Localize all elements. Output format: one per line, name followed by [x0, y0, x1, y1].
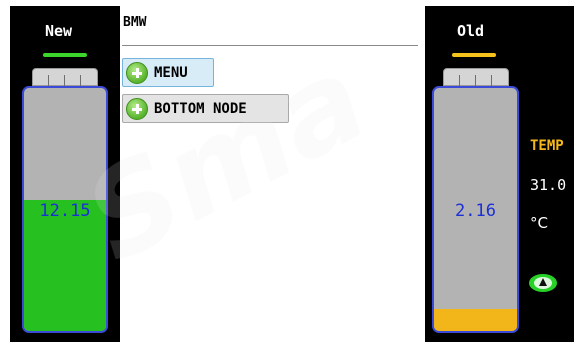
temp-label: TEMP — [530, 138, 564, 154]
new-indicator-bar — [43, 53, 87, 57]
new-battery-value: 12.15 — [39, 201, 91, 221]
menu-item-menu[interactable]: MENU — [122, 58, 214, 87]
temp-unit: °C — [530, 214, 548, 232]
old-battery-fill — [434, 309, 517, 331]
new-battery-gauge: 12.15 — [22, 86, 108, 333]
menu-item-label: MENU — [154, 64, 188, 81]
menu-title: BMW — [123, 15, 147, 30]
menu-item-bottom-node[interactable]: BOTTOM NODE — [122, 94, 289, 123]
menu-item-label: BOTTOM NODE — [154, 100, 247, 117]
temp-value: 31.0 — [530, 176, 567, 194]
new-battery-cap — [32, 68, 98, 87]
old-battery-cap — [443, 68, 509, 87]
plus-icon — [126, 61, 148, 84]
old-indicator-bar — [452, 53, 496, 57]
old-battery-title: Old — [457, 22, 485, 40]
new-battery-title: New — [45, 22, 73, 40]
old-battery-value: 2.16 — [455, 201, 496, 221]
eye-icon — [529, 274, 557, 292]
old-battery-gauge: 2.16 — [432, 86, 519, 333]
plus-icon — [126, 97, 148, 120]
menu-divider — [122, 45, 418, 46]
menu-panel: BMW MENU BOTTOM NODE — [120, 6, 425, 342]
